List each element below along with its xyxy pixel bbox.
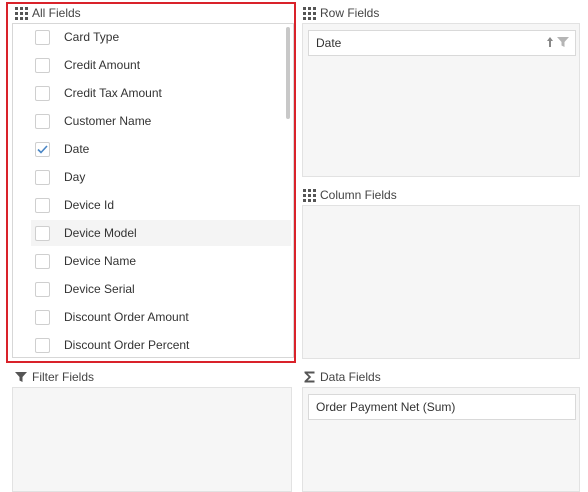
field-item-device-serial[interactable]: Device Serial bbox=[31, 276, 291, 302]
data-field-chip-order-payment-net[interactable]: Order Payment Net (Sum) bbox=[308, 394, 576, 420]
data-fields-title-label: Data Fields bbox=[320, 370, 381, 384]
field-item-device-model[interactable]: Device Model bbox=[31, 220, 291, 246]
field-item-label: Device Name bbox=[64, 254, 137, 268]
field-item-label: Device Id bbox=[64, 198, 115, 212]
grid-icon bbox=[302, 6, 316, 20]
filter-fields-title-label: Filter Fields bbox=[32, 370, 95, 384]
field-item-customer-name[interactable]: Customer Name bbox=[31, 108, 291, 134]
field-item-card-type[interactable]: Card Type bbox=[31, 24, 291, 50]
field-item-label: Day bbox=[64, 170, 86, 184]
grid-icon bbox=[14, 6, 28, 20]
field-checkbox[interactable] bbox=[35, 141, 50, 157]
data-field-chip-label: Order Payment Net (Sum) bbox=[316, 400, 456, 414]
filter-fields-title: Filter Fields bbox=[14, 369, 94, 385]
filter-icon bbox=[14, 370, 28, 384]
column-fields-title-label: Column Fields bbox=[320, 188, 397, 202]
all-fields-title-label: All Fields bbox=[32, 6, 81, 20]
column-fields-drop-zone[interactable] bbox=[302, 205, 580, 359]
field-item-discount-order-percent[interactable]: Discount Order Percent bbox=[31, 332, 291, 357]
field-item-credit-tax-amount[interactable]: Credit Tax Amount bbox=[31, 80, 291, 106]
field-item-label: Customer Name bbox=[64, 114, 152, 128]
all-fields-title: All Fields bbox=[14, 5, 81, 21]
data-fields-drop-zone[interactable]: Order Payment Net (Sum) bbox=[302, 387, 580, 492]
field-checkbox[interactable] bbox=[35, 197, 50, 213]
row-field-chip-label: Date bbox=[316, 36, 342, 50]
field-item-label: Date bbox=[64, 142, 90, 156]
checkmark-icon bbox=[37, 144, 48, 154]
row-fields-drop-zone[interactable]: Date bbox=[302, 23, 580, 177]
row-field-chip-date[interactable]: Date bbox=[308, 30, 576, 56]
field-checkbox[interactable] bbox=[35, 113, 50, 129]
field-checkbox[interactable] bbox=[35, 281, 50, 297]
row-fields-title-label: Row Fields bbox=[320, 6, 380, 20]
field-checkbox[interactable] bbox=[35, 253, 50, 269]
field-checkbox[interactable] bbox=[35, 169, 50, 185]
field-item-label: Credit Amount bbox=[64, 58, 141, 72]
filter-fields-drop-zone[interactable] bbox=[12, 387, 292, 492]
field-checkbox[interactable] bbox=[35, 29, 50, 45]
field-item-discount-order-amount[interactable]: Discount Order Amount bbox=[31, 304, 291, 330]
field-item-label: Credit Tax Amount bbox=[64, 86, 162, 100]
field-item-device-name[interactable]: Device Name bbox=[31, 248, 291, 274]
field-item-date[interactable]: Date bbox=[31, 136, 291, 162]
field-item-day[interactable]: Day bbox=[31, 164, 291, 190]
field-item-label: Device Serial bbox=[64, 282, 135, 296]
filter-icon[interactable] bbox=[557, 36, 569, 51]
field-item-credit-amount[interactable]: Credit Amount bbox=[31, 52, 291, 78]
field-item-device-id[interactable]: Device Id bbox=[31, 192, 291, 218]
field-item-label: Device Model bbox=[64, 226, 137, 240]
data-fields-title: Data Fields bbox=[302, 369, 381, 385]
column-fields-title: Column Fields bbox=[302, 187, 397, 203]
grid-icon bbox=[302, 188, 316, 202]
sort-ascending-icon[interactable] bbox=[546, 36, 554, 51]
fields-scrollbar[interactable] bbox=[286, 27, 290, 119]
field-item-label: Discount Order Amount bbox=[64, 310, 189, 324]
field-checkbox[interactable] bbox=[35, 85, 50, 101]
field-checkbox[interactable] bbox=[35, 225, 50, 241]
field-checkbox[interactable] bbox=[35, 337, 50, 353]
field-checkbox[interactable] bbox=[35, 309, 50, 325]
all-fields-list[interactable]: Card Type Credit Amount Credit Tax Amount C… bbox=[12, 23, 294, 358]
sigma-icon bbox=[302, 370, 316, 384]
field-item-label: Card Type bbox=[64, 30, 120, 44]
field-checkbox[interactable] bbox=[35, 57, 50, 73]
row-fields-title: Row Fields bbox=[302, 5, 379, 21]
field-item-label: Discount Order Percent bbox=[64, 338, 190, 352]
